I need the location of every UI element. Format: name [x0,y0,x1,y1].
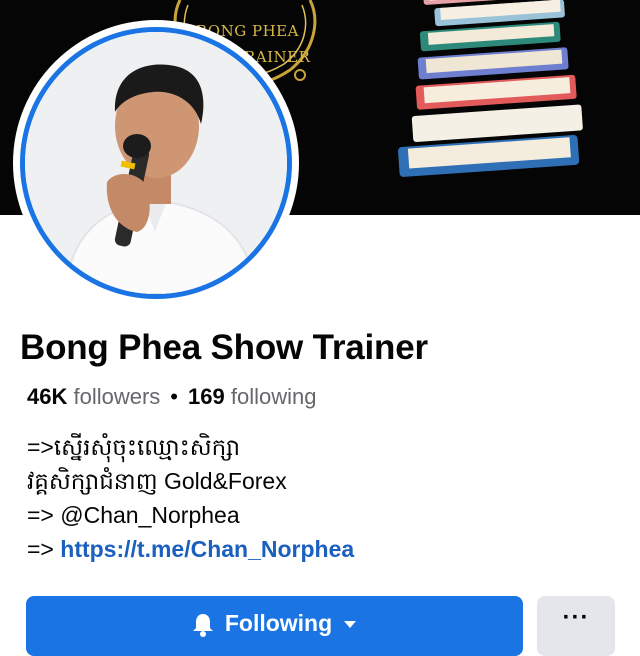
profile-name: Bong Phea Show Trainer [20,328,428,367]
following-button[interactable]: Following [26,596,523,656]
avatar-story-ring [20,27,292,299]
profile-stats: 46K followers • 169 following [27,384,316,410]
following-count: 169 [188,384,225,409]
bio-line-handle: => @Chan_Norphea [27,502,240,528]
more-options-button[interactable]: ··· [537,596,615,656]
followers-link[interactable]: 46K followers [27,384,160,409]
following-label: Following [224,610,333,636]
book-stack-image [398,0,583,177]
telegram-link[interactable]: https://t.me/Chan_Norphea [60,536,354,562]
followers-label: followers [73,384,161,409]
following-link[interactable]: 169 following [188,384,316,409]
bio-link-prefix: => [27,536,61,562]
bell-icon [192,614,213,637]
profile-bio: =>ស្នើរសុំចុះឈ្មោះសិក្សា វគ្គសិក្សាជំនាញ… [27,430,354,566]
stats-separator: • [170,384,178,409]
following-label: following [230,384,317,409]
profile-avatar[interactable] [13,20,299,306]
bio-line-link-row: => https://t.me/Chan_Norphea [27,532,354,566]
person-with-microphone-image [25,32,287,294]
ellipsis-icon: ··· [562,604,590,631]
bio-line-registration: =>ស្នើរសុំចុះឈ្មោះសិក្សា [27,434,241,460]
avatar-photo [25,32,287,294]
followers-count: 46K [27,384,68,409]
bio-line-course: វគ្គសិក្សាជំនាញ Gold&Forex [27,468,287,494]
caret-down-icon [344,621,357,628]
